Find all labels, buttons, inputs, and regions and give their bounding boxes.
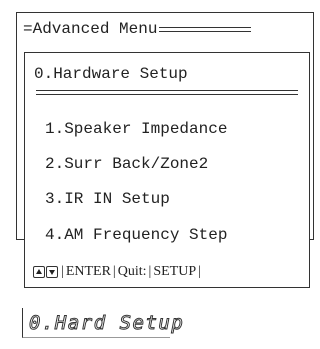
advanced-menu-title: =Advanced Menu — [23, 20, 158, 38]
footer-separator: | — [112, 264, 116, 279]
hardware-setup-panel: 0.Hardware Setup 1.Speaker Impedance 2.S… — [24, 52, 310, 288]
menu-item-ir-in-setup[interactable]: 3.IR IN Setup — [45, 189, 170, 209]
menu-item-surr-back-zone2[interactable]: 2.Surr Back/Zone2 — [45, 154, 208, 174]
footer-separator: | — [148, 264, 152, 279]
display-readout: 0.Hard Setup — [28, 312, 185, 335]
footer-separator: | — [61, 264, 64, 279]
setup-key-label: SETUP — [153, 264, 197, 279]
title-double-rule — [159, 26, 252, 32]
front-panel-display: 0.Hard Setup — [22, 308, 183, 338]
footer-separator: | — [198, 264, 201, 279]
quit-label: Quit: — [117, 264, 147, 279]
down-arrow-key-icon — [46, 266, 58, 278]
key-guide-footer: | ENTER | Quit: | SETUP | — [33, 263, 203, 281]
hardware-setup-title: 0.Hardware Setup — [34, 65, 188, 83]
advanced-menu-title-row: =Advanced Menu — [23, 19, 252, 39]
up-arrow-key-icon — [33, 266, 45, 278]
menu-item-speaker-impedance[interactable]: 1.Speaker Impedance — [45, 119, 227, 139]
hardware-setup-double-rule — [36, 90, 298, 95]
enter-key-label: ENTER — [65, 264, 111, 279]
menu-item-am-frequency-step[interactable]: 4.AM Frequency Step — [45, 225, 227, 245]
